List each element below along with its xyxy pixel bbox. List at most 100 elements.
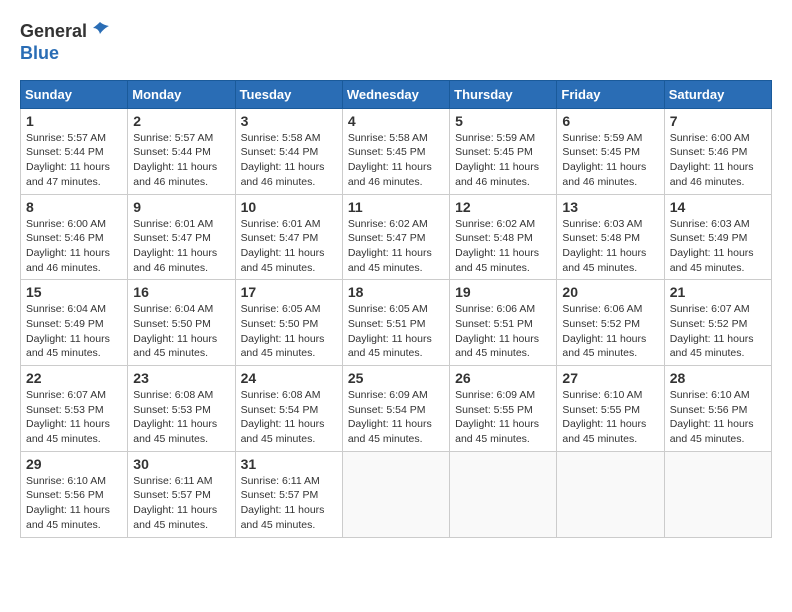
day-info: Sunrise: 6:11 AM Sunset: 5:57 PM Dayligh… (133, 474, 229, 533)
day-info: Sunrise: 6:06 AM Sunset: 5:52 PM Dayligh… (562, 302, 658, 361)
day-info: Sunrise: 5:59 AM Sunset: 5:45 PM Dayligh… (562, 131, 658, 190)
day-header-tuesday: Tuesday (235, 80, 342, 108)
calendar-day: 27 Sunrise: 6:10 AM Sunset: 5:55 PM Dayl… (557, 366, 664, 452)
calendar-day: 1 Sunrise: 5:57 AM Sunset: 5:44 PM Dayli… (21, 108, 128, 194)
calendar-week-row: 22 Sunrise: 6:07 AM Sunset: 5:53 PM Dayl… (21, 366, 772, 452)
calendar-day: 13 Sunrise: 6:03 AM Sunset: 5:48 PM Dayl… (557, 194, 664, 280)
day-number: 5 (455, 113, 551, 129)
day-info: Sunrise: 5:58 AM Sunset: 5:45 PM Dayligh… (348, 131, 444, 190)
day-number: 9 (133, 199, 229, 215)
day-info: Sunrise: 6:04 AM Sunset: 5:50 PM Dayligh… (133, 302, 229, 361)
day-info: Sunrise: 6:00 AM Sunset: 5:46 PM Dayligh… (670, 131, 766, 190)
calendar-day: 10 Sunrise: 6:01 AM Sunset: 5:47 PM Dayl… (235, 194, 342, 280)
day-number: 12 (455, 199, 551, 215)
day-info: Sunrise: 6:09 AM Sunset: 5:55 PM Dayligh… (455, 388, 551, 447)
calendar-table: SundayMondayTuesdayWednesdayThursdayFrid… (20, 80, 772, 538)
day-number: 26 (455, 370, 551, 386)
calendar-day: 24 Sunrise: 6:08 AM Sunset: 5:54 PM Dayl… (235, 366, 342, 452)
logo-blue: Blue (20, 43, 59, 63)
calendar-day: 12 Sunrise: 6:02 AM Sunset: 5:48 PM Dayl… (450, 194, 557, 280)
day-number: 18 (348, 284, 444, 300)
calendar-day: 30 Sunrise: 6:11 AM Sunset: 5:57 PM Dayl… (128, 451, 235, 537)
calendar-day: 3 Sunrise: 5:58 AM Sunset: 5:44 PM Dayli… (235, 108, 342, 194)
day-number: 23 (133, 370, 229, 386)
day-header-saturday: Saturday (664, 80, 771, 108)
day-number: 11 (348, 199, 444, 215)
logo-bird-icon (89, 20, 111, 42)
calendar-day: 6 Sunrise: 5:59 AM Sunset: 5:45 PM Dayli… (557, 108, 664, 194)
calendar-day (450, 451, 557, 537)
calendar-day: 18 Sunrise: 6:05 AM Sunset: 5:51 PM Dayl… (342, 280, 449, 366)
day-header-friday: Friday (557, 80, 664, 108)
day-info: Sunrise: 6:10 AM Sunset: 5:55 PM Dayligh… (562, 388, 658, 447)
day-info: Sunrise: 6:00 AM Sunset: 5:46 PM Dayligh… (26, 217, 122, 276)
day-number: 20 (562, 284, 658, 300)
day-info: Sunrise: 6:03 AM Sunset: 5:49 PM Dayligh… (670, 217, 766, 276)
day-number: 14 (670, 199, 766, 215)
day-number: 21 (670, 284, 766, 300)
calendar-day: 21 Sunrise: 6:07 AM Sunset: 5:52 PM Dayl… (664, 280, 771, 366)
day-number: 7 (670, 113, 766, 129)
day-info: Sunrise: 5:57 AM Sunset: 5:44 PM Dayligh… (133, 131, 229, 190)
calendar-day: 23 Sunrise: 6:08 AM Sunset: 5:53 PM Dayl… (128, 366, 235, 452)
day-info: Sunrise: 6:11 AM Sunset: 5:57 PM Dayligh… (241, 474, 337, 533)
calendar-day: 22 Sunrise: 6:07 AM Sunset: 5:53 PM Dayl… (21, 366, 128, 452)
day-info: Sunrise: 6:05 AM Sunset: 5:50 PM Dayligh… (241, 302, 337, 361)
calendar-week-row: 29 Sunrise: 6:10 AM Sunset: 5:56 PM Dayl… (21, 451, 772, 537)
calendar-day: 14 Sunrise: 6:03 AM Sunset: 5:49 PM Dayl… (664, 194, 771, 280)
day-number: 13 (562, 199, 658, 215)
calendar-header-row: SundayMondayTuesdayWednesdayThursdayFrid… (21, 80, 772, 108)
logo-general: General (20, 22, 87, 42)
calendar-day: 28 Sunrise: 6:10 AM Sunset: 5:56 PM Dayl… (664, 366, 771, 452)
calendar-day: 7 Sunrise: 6:00 AM Sunset: 5:46 PM Dayli… (664, 108, 771, 194)
day-number: 15 (26, 284, 122, 300)
calendar-day: 5 Sunrise: 5:59 AM Sunset: 5:45 PM Dayli… (450, 108, 557, 194)
day-header-monday: Monday (128, 80, 235, 108)
calendar-day: 17 Sunrise: 6:05 AM Sunset: 5:50 PM Dayl… (235, 280, 342, 366)
day-number: 30 (133, 456, 229, 472)
day-number: 1 (26, 113, 122, 129)
day-info: Sunrise: 6:07 AM Sunset: 5:53 PM Dayligh… (26, 388, 122, 447)
day-info: Sunrise: 6:08 AM Sunset: 5:54 PM Dayligh… (241, 388, 337, 447)
day-info: Sunrise: 6:06 AM Sunset: 5:51 PM Dayligh… (455, 302, 551, 361)
day-info: Sunrise: 6:02 AM Sunset: 5:48 PM Dayligh… (455, 217, 551, 276)
calendar-body: 1 Sunrise: 5:57 AM Sunset: 5:44 PM Dayli… (21, 108, 772, 537)
calendar-day: 29 Sunrise: 6:10 AM Sunset: 5:56 PM Dayl… (21, 451, 128, 537)
day-info: Sunrise: 6:08 AM Sunset: 5:53 PM Dayligh… (133, 388, 229, 447)
calendar-day: 2 Sunrise: 5:57 AM Sunset: 5:44 PM Dayli… (128, 108, 235, 194)
calendar-day: 11 Sunrise: 6:02 AM Sunset: 5:47 PM Dayl… (342, 194, 449, 280)
day-number: 19 (455, 284, 551, 300)
calendar-day: 19 Sunrise: 6:06 AM Sunset: 5:51 PM Dayl… (450, 280, 557, 366)
calendar-day: 16 Sunrise: 6:04 AM Sunset: 5:50 PM Dayl… (128, 280, 235, 366)
calendar-day: 25 Sunrise: 6:09 AM Sunset: 5:54 PM Dayl… (342, 366, 449, 452)
calendar-day: 20 Sunrise: 6:06 AM Sunset: 5:52 PM Dayl… (557, 280, 664, 366)
day-number: 6 (562, 113, 658, 129)
day-header-wednesday: Wednesday (342, 80, 449, 108)
logo: General Blue (20, 20, 111, 64)
calendar-day: 9 Sunrise: 6:01 AM Sunset: 5:47 PM Dayli… (128, 194, 235, 280)
day-number: 29 (26, 456, 122, 472)
day-number: 16 (133, 284, 229, 300)
day-info: Sunrise: 6:01 AM Sunset: 5:47 PM Dayligh… (133, 217, 229, 276)
day-number: 2 (133, 113, 229, 129)
calendar-day (557, 451, 664, 537)
calendar-day: 15 Sunrise: 6:04 AM Sunset: 5:49 PM Dayl… (21, 280, 128, 366)
calendar-day (342, 451, 449, 537)
day-number: 28 (670, 370, 766, 386)
day-info: Sunrise: 6:03 AM Sunset: 5:48 PM Dayligh… (562, 217, 658, 276)
day-info: Sunrise: 6:10 AM Sunset: 5:56 PM Dayligh… (670, 388, 766, 447)
day-number: 8 (26, 199, 122, 215)
day-info: Sunrise: 6:10 AM Sunset: 5:56 PM Dayligh… (26, 474, 122, 533)
day-number: 31 (241, 456, 337, 472)
day-info: Sunrise: 5:57 AM Sunset: 5:44 PM Dayligh… (26, 131, 122, 190)
day-number: 24 (241, 370, 337, 386)
day-info: Sunrise: 6:05 AM Sunset: 5:51 PM Dayligh… (348, 302, 444, 361)
calendar-day: 26 Sunrise: 6:09 AM Sunset: 5:55 PM Dayl… (450, 366, 557, 452)
day-number: 25 (348, 370, 444, 386)
day-number: 3 (241, 113, 337, 129)
day-info: Sunrise: 6:09 AM Sunset: 5:54 PM Dayligh… (348, 388, 444, 447)
day-info: Sunrise: 6:02 AM Sunset: 5:47 PM Dayligh… (348, 217, 444, 276)
calendar-day: 4 Sunrise: 5:58 AM Sunset: 5:45 PM Dayli… (342, 108, 449, 194)
day-number: 4 (348, 113, 444, 129)
day-info: Sunrise: 5:58 AM Sunset: 5:44 PM Dayligh… (241, 131, 337, 190)
